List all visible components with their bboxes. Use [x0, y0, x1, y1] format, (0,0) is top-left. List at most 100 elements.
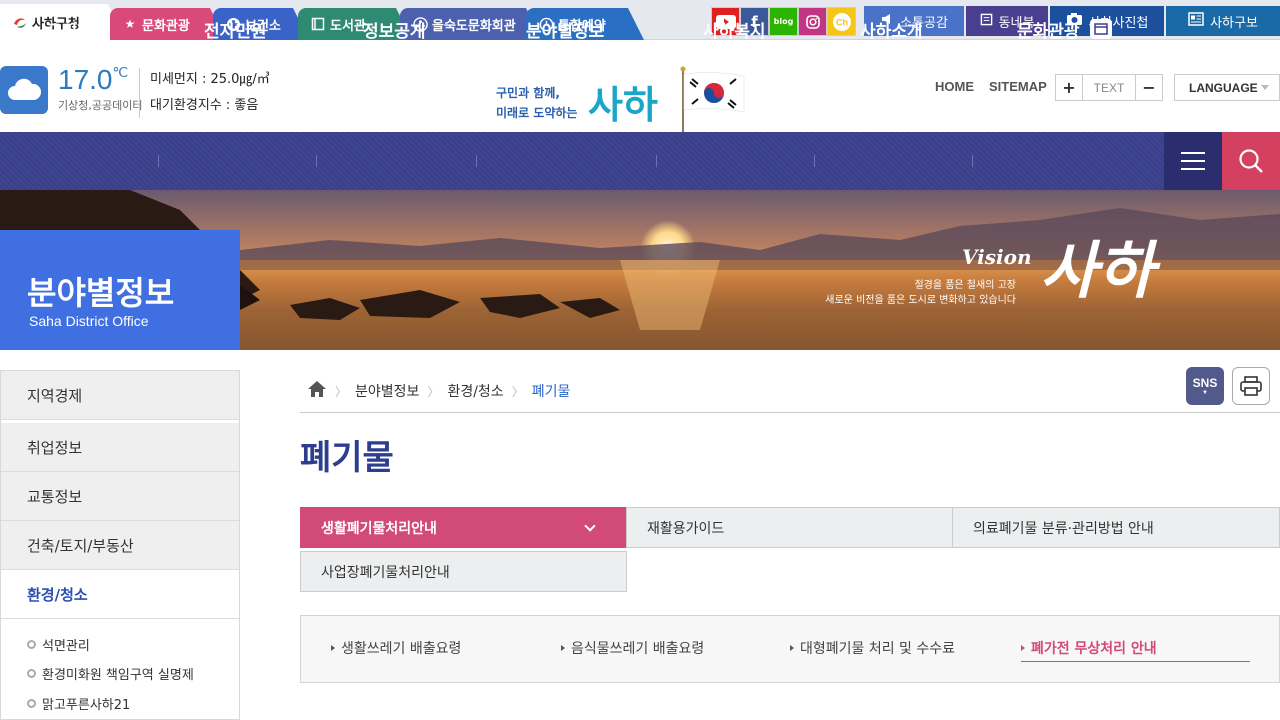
- blog-icon[interactable]: blog: [769, 7, 798, 36]
- breadcrumb: 〉 분야별정보 〉 환경/청소 〉 폐기물: [307, 381, 570, 401]
- sns-share-label: SNS: [1192, 376, 1218, 390]
- tab-recycling-guide[interactable]: 재활용가이드: [626, 507, 953, 548]
- font-decrease-button[interactable]: −: [1136, 75, 1162, 100]
- gnb-divider: [158, 155, 159, 167]
- gnb-item-welfare[interactable]: 사하복지: [703, 0, 766, 58]
- menu-line: [1181, 160, 1205, 162]
- weather-divider: [139, 68, 140, 118]
- gnb-item-about[interactable]: 사하소개: [860, 0, 923, 58]
- gnb-item-e-civil[interactable]: 전자민원: [204, 0, 267, 58]
- sns-share-button[interactable]: SNS ▼: [1186, 367, 1224, 405]
- fine-dust: 미세먼지 : 25.0㎍/㎥: [150, 72, 270, 87]
- tab-medical-waste[interactable]: 의료폐기물 분류·관리방법 안내: [952, 507, 1280, 548]
- lnb-item-environment[interactable]: 환경/청소: [1, 570, 239, 619]
- chevron-down-icon: [1261, 85, 1269, 90]
- gnb-divider: [316, 155, 317, 167]
- active-subtab-underline: [1021, 661, 1250, 662]
- vision-label: Vision: [962, 245, 1032, 269]
- book-icon: [310, 16, 326, 32]
- search-button[interactable]: [1222, 132, 1280, 190]
- font-size-label: TEXT: [1082, 75, 1136, 100]
- home-icon[interactable]: [307, 380, 327, 402]
- menu-line: [1181, 152, 1205, 154]
- tab-label: 을숙도문화회관: [432, 18, 516, 34]
- page-title: 폐기물: [300, 438, 394, 478]
- lnb-item-local-economy[interactable]: 지역경제: [1, 371, 239, 420]
- chevron-down-icon: [584, 520, 596, 532]
- gnb-label: 문화관광: [1017, 21, 1080, 42]
- gnb-divider: [656, 155, 657, 167]
- temperature: 17.0℃: [58, 64, 129, 95]
- gnb-divider: [476, 155, 477, 167]
- chevron-right-icon: 〉: [335, 384, 348, 399]
- weather-source: 기상청,공공데이터: [58, 99, 143, 112]
- home-link[interactable]: HOME: [935, 79, 974, 94]
- vision-text: 절경을 품은 철새의 고장 새로운 비전을 품은 도시로 변화하고 있습니다: [825, 280, 1016, 306]
- sitemap-link[interactable]: SITEMAP: [989, 79, 1047, 94]
- caret-down-icon: ▼: [1202, 390, 1208, 396]
- menu-line: [1181, 168, 1205, 170]
- site-logo[interactable]: 구민과 함께, 미래로 도약하는 사하: [493, 66, 753, 132]
- triangle-right-icon: [561, 645, 565, 651]
- tab-label: 문화관광: [142, 18, 190, 34]
- chevron-right-icon: 〉: [511, 384, 524, 399]
- tab-label: 도서관: [330, 18, 366, 34]
- chevron-right-icon: 〉: [427, 384, 440, 399]
- breadcrumb-current: 폐기물: [531, 384, 571, 400]
- window-icon: [1089, 19, 1112, 39]
- quick-gazette-button[interactable]: 사하구보: [1166, 6, 1280, 36]
- triangle-right-icon: [790, 645, 794, 651]
- circle-bullet-icon: [27, 669, 36, 678]
- language-label: LANGUAGE: [1189, 80, 1258, 95]
- gnb-divider: [814, 155, 815, 167]
- kakao-channel-icon[interactable]: Ch: [827, 7, 856, 36]
- breadcrumb-item[interactable]: 환경/청소: [447, 381, 503, 401]
- tab-household-waste[interactable]: 생활폐기물처리안내: [300, 507, 627, 548]
- search-icon: [1239, 149, 1263, 173]
- font-size-control: + TEXT −: [1055, 74, 1163, 101]
- air-quality-index: 대기환경지수 : 좋음: [150, 98, 259, 113]
- gnb-divider: [972, 155, 973, 167]
- subtab-general-waste[interactable]: 생활쓰레기 배출요령: [331, 638, 461, 658]
- lnb-sub-asbestos[interactable]: 석면관리: [27, 635, 90, 654]
- subtab-bulky-waste[interactable]: 대형폐기물 처리 및 수수료: [790, 638, 955, 658]
- section-title: 분야별정보: [27, 274, 175, 312]
- side-navigation: 지역경제 취업정보 교통정보 건축/토지/부동산 환경/청소 석면관리 환경미화…: [0, 370, 240, 720]
- printer-icon: [1240, 376, 1262, 396]
- book-icon: [980, 13, 993, 30]
- subtab-food-waste[interactable]: 음식물쓰레기 배출요령: [561, 638, 704, 658]
- star-icon: ★: [124, 17, 136, 31]
- quick-label: 사하구보: [1210, 15, 1258, 31]
- gnb-item-disclosure[interactable]: 정보공개: [363, 0, 426, 58]
- lnb-sub-clean-saha21[interactable]: 맑고푸른사하21: [27, 694, 130, 713]
- lnb-item-construction[interactable]: 건축/토지/부동산: [1, 521, 239, 570]
- breadcrumb-divider: [300, 412, 1280, 413]
- subtab-appliance-free-disposal[interactable]: 폐가전 무상처리 안내: [1021, 638, 1157, 658]
- gnb-item-participation[interactable]: 구민참여: [46, 0, 109, 58]
- gnb-item-field-info[interactable]: 분야별정보: [526, 0, 604, 58]
- logo-name: 사하: [588, 82, 658, 127]
- tab-label: 생활폐기물처리안내: [321, 520, 437, 537]
- korean-flag-icon: [680, 66, 745, 132]
- language-select[interactable]: LANGUAGE: [1174, 74, 1280, 101]
- gnb-item-culture[interactable]: 문화관광: [1017, 0, 1112, 58]
- section-subtitle: Saha District Office: [29, 313, 149, 329]
- triangle-right-icon: [1021, 645, 1025, 651]
- circle-bullet-icon: [27, 699, 36, 708]
- font-increase-button[interactable]: +: [1056, 75, 1082, 100]
- saha-logo-icon: [12, 14, 28, 30]
- lnb-item-jobs[interactable]: 취업정보: [1, 423, 239, 472]
- lnb-item-traffic[interactable]: 교통정보: [1, 472, 239, 521]
- triangle-right-icon: [331, 645, 335, 651]
- logo-slogan: 구민과 함께, 미래로 도약하는: [496, 86, 578, 120]
- sub-tab-bar: 생활쓰레기 배출요령 음식물쓰레기 배출요령 대형폐기물 처리 및 수수료 폐가…: [300, 615, 1280, 683]
- tab-business-waste[interactable]: 사업장폐기물처리안내: [300, 551, 627, 592]
- tab-culture-tourism[interactable]: ★ 문화관광: [110, 8, 226, 40]
- lnb-sub-cleaner-zone[interactable]: 환경미화원 책임구역 실명제: [27, 664, 194, 683]
- breadcrumb-item[interactable]: 분야별정보: [355, 381, 419, 401]
- newspaper-icon: [1188, 12, 1204, 30]
- hamburger-menu-button[interactable]: [1164, 132, 1222, 190]
- svg-text:Ch: Ch: [836, 17, 848, 27]
- print-button[interactable]: [1232, 367, 1270, 405]
- instagram-icon[interactable]: [798, 7, 827, 36]
